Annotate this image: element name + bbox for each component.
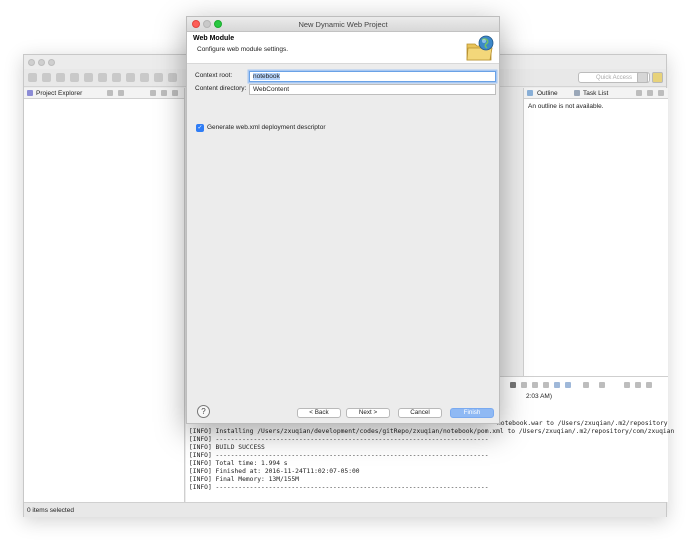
- project-explorer-tab[interactable]: Project Explorer: [36, 90, 82, 97]
- status-bar: 0 items selected: [24, 502, 666, 517]
- context-root-input[interactable]: notebook: [249, 71, 496, 82]
- finish-button[interactable]: Finish: [450, 408, 494, 418]
- step-icon[interactable]: [140, 73, 149, 82]
- generate-web-xml-label[interactable]: Generate web.xml deployment descriptor: [207, 124, 326, 131]
- console-line: [INFO] Finished at: 2016-11-24T11:02:07-…: [189, 468, 360, 475]
- maximize-view-icon[interactable]: [646, 382, 652, 388]
- outline-tab[interactable]: Outline: [537, 90, 558, 97]
- wizard-page-description: Configure web module settings.: [197, 46, 289, 53]
- step-return-icon[interactable]: [168, 73, 177, 82]
- console-line: [INFO] ---------------------------------…: [189, 484, 489, 491]
- save-icon[interactable]: [42, 73, 51, 82]
- clear-console-icon[interactable]: [532, 382, 538, 388]
- minimize-view-icon[interactable]: [647, 90, 653, 96]
- project-explorer-panel: Project Explorer: [24, 88, 185, 502]
- java-ee-perspective-icon[interactable]: [652, 72, 663, 83]
- view-menu-icon[interactable]: [624, 382, 630, 388]
- context-root-label: Context root:: [195, 72, 233, 79]
- task-list-tab[interactable]: Task List: [583, 90, 608, 97]
- back-button[interactable]: < Back: [297, 408, 341, 418]
- content-directory-input[interactable]: WebContent: [249, 84, 496, 95]
- console-line-right: notebook.war to /Users/zxuqian/.m2/repos…: [497, 420, 668, 427]
- view-menu-icon[interactable]: [636, 90, 642, 96]
- help-icon[interactable]: ?: [197, 405, 210, 418]
- help-glyph: ?: [201, 407, 206, 416]
- wizard-footer: ? < Back Next > Cancel Finish: [187, 401, 499, 425]
- scroll-lock-icon[interactable]: [543, 382, 549, 388]
- context-root-value: notebook: [253, 73, 280, 80]
- console-line: [INFO] BUILD SUCCESS: [189, 444, 265, 451]
- status-text: 0 items selected: [27, 507, 74, 514]
- minimize-view-icon[interactable]: [161, 90, 167, 96]
- outline-icon: [527, 90, 533, 96]
- wizard-header: Web Module Configure web module settings…: [187, 32, 499, 64]
- new-dynamic-web-project-dialog: New Dynamic Web Project Web Module Confi…: [186, 16, 500, 424]
- terminate-icon[interactable]: [510, 382, 516, 388]
- new-icon[interactable]: [28, 73, 37, 82]
- debug-icon[interactable]: [84, 73, 93, 82]
- cancel-button[interactable]: Cancel: [398, 408, 442, 418]
- link-editor-icon[interactable]: [118, 90, 124, 96]
- open-perspective-icon[interactable]: [637, 72, 648, 83]
- window-zoom-button[interactable]: [48, 59, 55, 66]
- word-wrap-icon[interactable]: [554, 382, 560, 388]
- view-menu-icon[interactable]: [150, 90, 156, 96]
- remove-launch-icon[interactable]: [521, 382, 527, 388]
- maximize-view-icon[interactable]: [658, 90, 664, 96]
- skip-breakpoints-icon[interactable]: [98, 73, 107, 82]
- stop-icon[interactable]: [126, 73, 135, 82]
- checkmark-icon: ✓: [197, 125, 203, 131]
- console-line: [INFO] ---------------------------------…: [189, 452, 489, 459]
- dialog-titlebar: New Dynamic Web Project: [187, 17, 499, 32]
- step-over-icon[interactable]: [154, 73, 163, 82]
- console-launch-time: 2:03 AM): [526, 393, 553, 400]
- generate-web-xml-checkbox[interactable]: ✓: [196, 124, 204, 132]
- console-line: [INFO] Final Memory: 13M/155M: [189, 476, 299, 483]
- terminal-icon[interactable]: [70, 73, 79, 82]
- task-list-icon: [574, 90, 580, 96]
- open-console-icon[interactable]: [599, 382, 605, 388]
- show-console-icon[interactable]: [565, 382, 571, 388]
- dialog-title: New Dynamic Web Project: [298, 20, 388, 29]
- console-line: [INFO] Total time: 1.994 s: [189, 460, 288, 467]
- console-toolbar: [510, 380, 668, 390]
- outline-panel: Outline Task List An outline is not avai…: [523, 88, 668, 376]
- outline-message: An outline is not available.: [528, 103, 604, 110]
- project-explorer-tab-bar: Project Explorer: [24, 88, 184, 99]
- pin-console-icon[interactable]: [583, 382, 589, 388]
- print-icon[interactable]: [56, 73, 65, 82]
- collapse-all-icon[interactable]: [107, 90, 113, 96]
- minimize-view-icon[interactable]: [635, 382, 641, 388]
- content-directory-label: Content directory:: [195, 85, 247, 92]
- project-explorer-icon: [27, 90, 33, 96]
- wizard-page-title: Web Module: [193, 35, 235, 42]
- console-line: [INFO] Installing /Users/zxuqian/develop…: [189, 428, 675, 435]
- console-line: [INFO] ---------------------------------…: [189, 436, 489, 443]
- web-module-globe-folder-icon: [466, 35, 494, 61]
- outline-tab-bar: Outline Task List: [524, 88, 668, 99]
- window-close-button[interactable]: [28, 59, 35, 66]
- run-icon[interactable]: [112, 73, 121, 82]
- wizard-body: Context root: notebook Content directory…: [187, 65, 499, 393]
- next-button[interactable]: Next >: [346, 408, 390, 418]
- maximize-view-icon[interactable]: [172, 90, 178, 96]
- window-minimize-button[interactable]: [38, 59, 45, 66]
